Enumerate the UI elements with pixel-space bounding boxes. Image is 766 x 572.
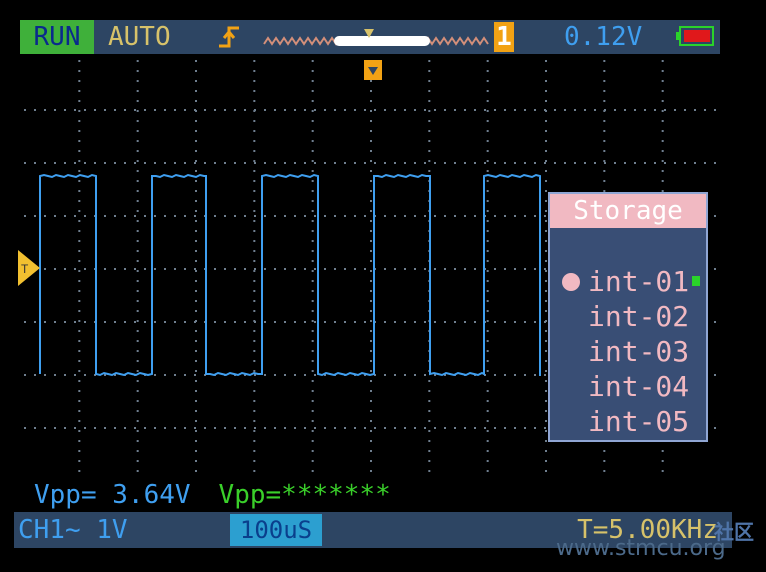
trigger-level-marker[interactable]: T: [18, 250, 40, 286]
storage-slot-list: int-01 int-02 int-03 int-04 int-05: [550, 264, 706, 439]
storage-slot-int-03[interactable]: int-03: [550, 334, 706, 369]
storage-menu-title: Storage: [550, 194, 706, 228]
storage-slot-int-01[interactable]: int-01: [550, 264, 706, 299]
battery-icon: [676, 26, 714, 46]
storage-slot-int-02[interactable]: int-02: [550, 299, 706, 334]
storage-slot-int-04[interactable]: int-04: [550, 369, 706, 404]
ch2-vpp-readout: Vpp=*******: [218, 480, 391, 510]
svg-text:T: T: [21, 262, 29, 276]
ch1-vpp-readout: Vpp= 3.64V: [34, 480, 191, 510]
timebase-position-bar[interactable]: [260, 26, 496, 48]
storage-slot-label: int-04: [588, 370, 690, 403]
watermark-url: www.stmcu.org: [556, 536, 726, 561]
trigger-mode-label[interactable]: AUTO: [108, 20, 171, 54]
top-status-bar: RUN AUTO 1 0.12V: [20, 20, 720, 54]
trigger-channel-badge[interactable]: 1: [494, 22, 514, 52]
selection-indicator: [692, 276, 700, 286]
ch1-volts-per-div[interactable]: CH1~ 1V: [14, 512, 128, 548]
selected-dot-icon: [562, 273, 580, 291]
run-stop-button[interactable]: RUN: [20, 20, 94, 54]
ch1-waveform-trace: [39, 173, 541, 377]
trigger-level-readout: 0.12V: [564, 22, 643, 52]
storage-slot-label: int-02: [588, 300, 690, 333]
storage-slot-int-05[interactable]: int-05: [550, 404, 706, 439]
storage-slot-label: int-03: [588, 335, 690, 368]
storage-slot-label: int-05: [588, 405, 690, 438]
rising-edge-icon: [219, 26, 239, 48]
oscilloscope-screen: RUN AUTO 1 0.12V T Storage int-01 int-02…: [0, 0, 766, 572]
storage-menu: Storage int-01 int-02 int-03 int-04 int-…: [548, 192, 708, 442]
watermark-tag: 社区: [714, 520, 754, 544]
time-per-div[interactable]: 100uS: [230, 514, 322, 546]
storage-slot-label: int-01: [588, 265, 690, 298]
trigger-position-marker[interactable]: [364, 60, 382, 80]
measurement-readouts: Vpp= 3.64V Vpp=*******: [34, 480, 391, 510]
